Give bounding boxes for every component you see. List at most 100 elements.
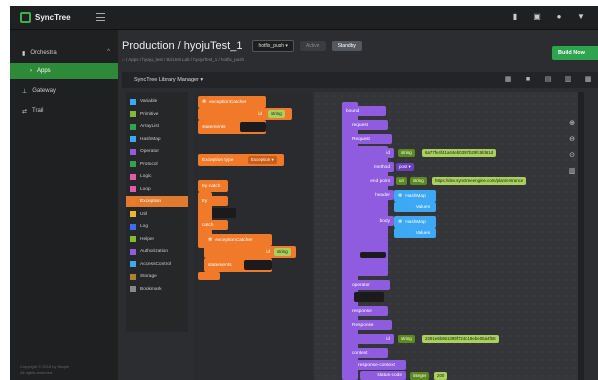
- category-item-storage[interactable]: Storage: [130, 271, 186, 282]
- status-type: integer: [410, 372, 430, 380]
- category-item-exception[interactable]: Exception: [126, 196, 188, 207]
- statements-label: statements: [202, 124, 226, 130]
- context-row: context: [348, 348, 388, 358]
- category-label: Storage: [140, 274, 157, 279]
- category-item-authorization[interactable]: Authorization: [130, 246, 186, 257]
- response-id-input[interactable]: 2291e6b961399f724c19ebe05a4f58: [422, 335, 499, 343]
- top-icons: ▮ ▣ ● ▼: [510, 12, 586, 22]
- nested-string-input[interactable]: string: [274, 248, 291, 256]
- sidebar-item-apps[interactable]: › Apps: [10, 63, 118, 79]
- category-label: Operator: [140, 149, 159, 154]
- id-label: id: [258, 111, 262, 117]
- top-bar: SyncTree ▮ ▣ ● ▼: [10, 6, 598, 30]
- category-item-util[interactable]: Util: [130, 209, 186, 220]
- block-canvas[interactable]: bound request Request id string 6a77fe4f…: [314, 92, 584, 380]
- stats-icon[interactable]: ▮: [510, 12, 520, 22]
- id-label: id: [266, 249, 270, 255]
- comment-icon[interactable]: ▩: [584, 76, 592, 84]
- chevron-up-icon: ^: [107, 49, 110, 55]
- app-logo[interactable]: SyncTree: [20, 12, 71, 23]
- string-input[interactable]: string: [268, 110, 285, 118]
- zoom-in-icon[interactable]: ⊕: [568, 120, 576, 128]
- response-row: response: [348, 306, 388, 316]
- category-item-bookmark[interactable]: Bookmark: [130, 284, 186, 295]
- request-end-slot: [360, 252, 386, 258]
- menu-toggle-icon[interactable]: [96, 13, 105, 21]
- category-item-helper[interactable]: Helper: [130, 234, 186, 245]
- branch-select[interactable]: hotfix_push ▾: [252, 40, 294, 52]
- gear-icon: ✻: [208, 237, 213, 243]
- active-tab[interactable]: Active: [299, 41, 326, 51]
- sidebar-item-trail[interactable]: ⇄ Trail: [10, 103, 118, 119]
- status-code-input[interactable]: 200: [434, 372, 448, 380]
- method-select[interactable]: post ▾: [396, 163, 414, 171]
- endpoint-url-input[interactable]: https://dev.synctreeengine.com/plan/entr…: [432, 177, 527, 185]
- category-item-log[interactable]: Log: [130, 221, 186, 232]
- category-item-variable[interactable]: Variable: [130, 96, 186, 107]
- endpoint-row: end point: [354, 176, 394, 186]
- category-item-arraylist[interactable]: ArrayList: [130, 121, 186, 132]
- zoom-out-icon[interactable]: ⊖: [568, 136, 576, 144]
- category-item-hashmap[interactable]: HashMap: [130, 134, 186, 145]
- gear-icon: ✻: [398, 219, 403, 225]
- nested-exception-catcher[interactable]: ✻ exceptionCatcher: [204, 234, 272, 246]
- values-label: Values: [415, 204, 430, 210]
- sidebar-item-label: Orchestra: [30, 50, 57, 56]
- sidebar-item-gateway[interactable]: ⊥ Gateway: [10, 83, 118, 99]
- exception-catcher-block[interactable]: ✻ exceptionCatcher: [198, 96, 266, 108]
- statement-slot: [240, 122, 266, 132]
- gear-icon: ✻: [398, 193, 403, 199]
- context-label: context: [352, 350, 368, 356]
- operator-slot: [354, 292, 384, 302]
- body-hashmap-block[interactable]: ✻ HashMap: [394, 216, 436, 228]
- request-id-input[interactable]: 6a77fe4f41a44eb0397b29fc5fd61d: [422, 149, 497, 157]
- category-swatch: [130, 173, 136, 180]
- settings-icon[interactable]: ●: [554, 12, 564, 22]
- body-label: body: [379, 218, 390, 224]
- category-swatch: [130, 186, 136, 192]
- sidebar-item-orchestra[interactable]: ▮ Orchestra ^: [10, 45, 118, 61]
- zoom-reset-icon[interactable]: ⊙: [568, 152, 576, 160]
- operator-row: operator: [348, 280, 390, 290]
- category-label: Helper: [140, 236, 155, 242]
- canvas-scrollbar[interactable]: [578, 92, 584, 380]
- hashmap-label: HashMap: [405, 219, 426, 225]
- category-swatch: [130, 223, 136, 230]
- response-title: Response: [352, 322, 374, 328]
- req-id-type: string: [398, 149, 415, 157]
- category-swatch: [130, 123, 136, 130]
- library-manager-select[interactable]: SyncTree Library Manager ▾: [134, 77, 203, 83]
- category-swatch: [130, 148, 136, 155]
- export-icon[interactable]: ▥: [564, 76, 572, 84]
- standby-tab[interactable]: Standby: [331, 41, 362, 51]
- block-label: exceptionCatcher: [215, 237, 253, 243]
- try-catch-block[interactable]: try-catch: [198, 180, 228, 192]
- category-swatch: [130, 161, 136, 167]
- category-swatch: [130, 136, 136, 142]
- response-block[interactable]: Response: [348, 320, 392, 330]
- request-block[interactable]: Request: [348, 134, 392, 144]
- notification-icon[interactable]: ▼: [576, 12, 586, 22]
- trash-icon[interactable]: ▥: [568, 168, 576, 176]
- category-item-primitive[interactable]: Primitive: [130, 109, 186, 120]
- exception-type-select[interactable]: Exception ▾: [248, 156, 277, 164]
- category-label: Util: [140, 211, 147, 217]
- block-label: try-catch: [202, 183, 221, 189]
- title-row: Production / hyojuTest_1 hotfix_push ▾ A…: [122, 40, 362, 52]
- category-item-logic[interactable]: Logic: [130, 171, 186, 182]
- category-item-protocol[interactable]: Protocol: [130, 159, 186, 170]
- build-now-button[interactable]: Build Now: [552, 46, 598, 60]
- resp-id-type: string: [398, 335, 415, 343]
- bound-block[interactable]: bound: [342, 106, 386, 116]
- response-context-block[interactable]: response-context: [354, 360, 406, 370]
- header-values-row: Values: [394, 202, 436, 212]
- breadcrumb[interactable]: ⌂ / Apps / hyoju_test / BizUnit Lab / hy…: [122, 57, 244, 62]
- document-icon[interactable]: ▤: [544, 76, 552, 84]
- header-hashmap-block[interactable]: ✻ HashMap: [394, 190, 436, 202]
- category-item-accesscontrol[interactable]: AccessControl: [130, 259, 186, 270]
- chat-icon[interactable]: ▣: [532, 12, 542, 22]
- grid-icon[interactable]: ▦: [504, 76, 512, 84]
- category-item-operator[interactable]: Operator: [130, 146, 186, 157]
- category-item-loop[interactable]: Loop: [130, 184, 186, 195]
- save-icon[interactable]: ■: [524, 76, 532, 84]
